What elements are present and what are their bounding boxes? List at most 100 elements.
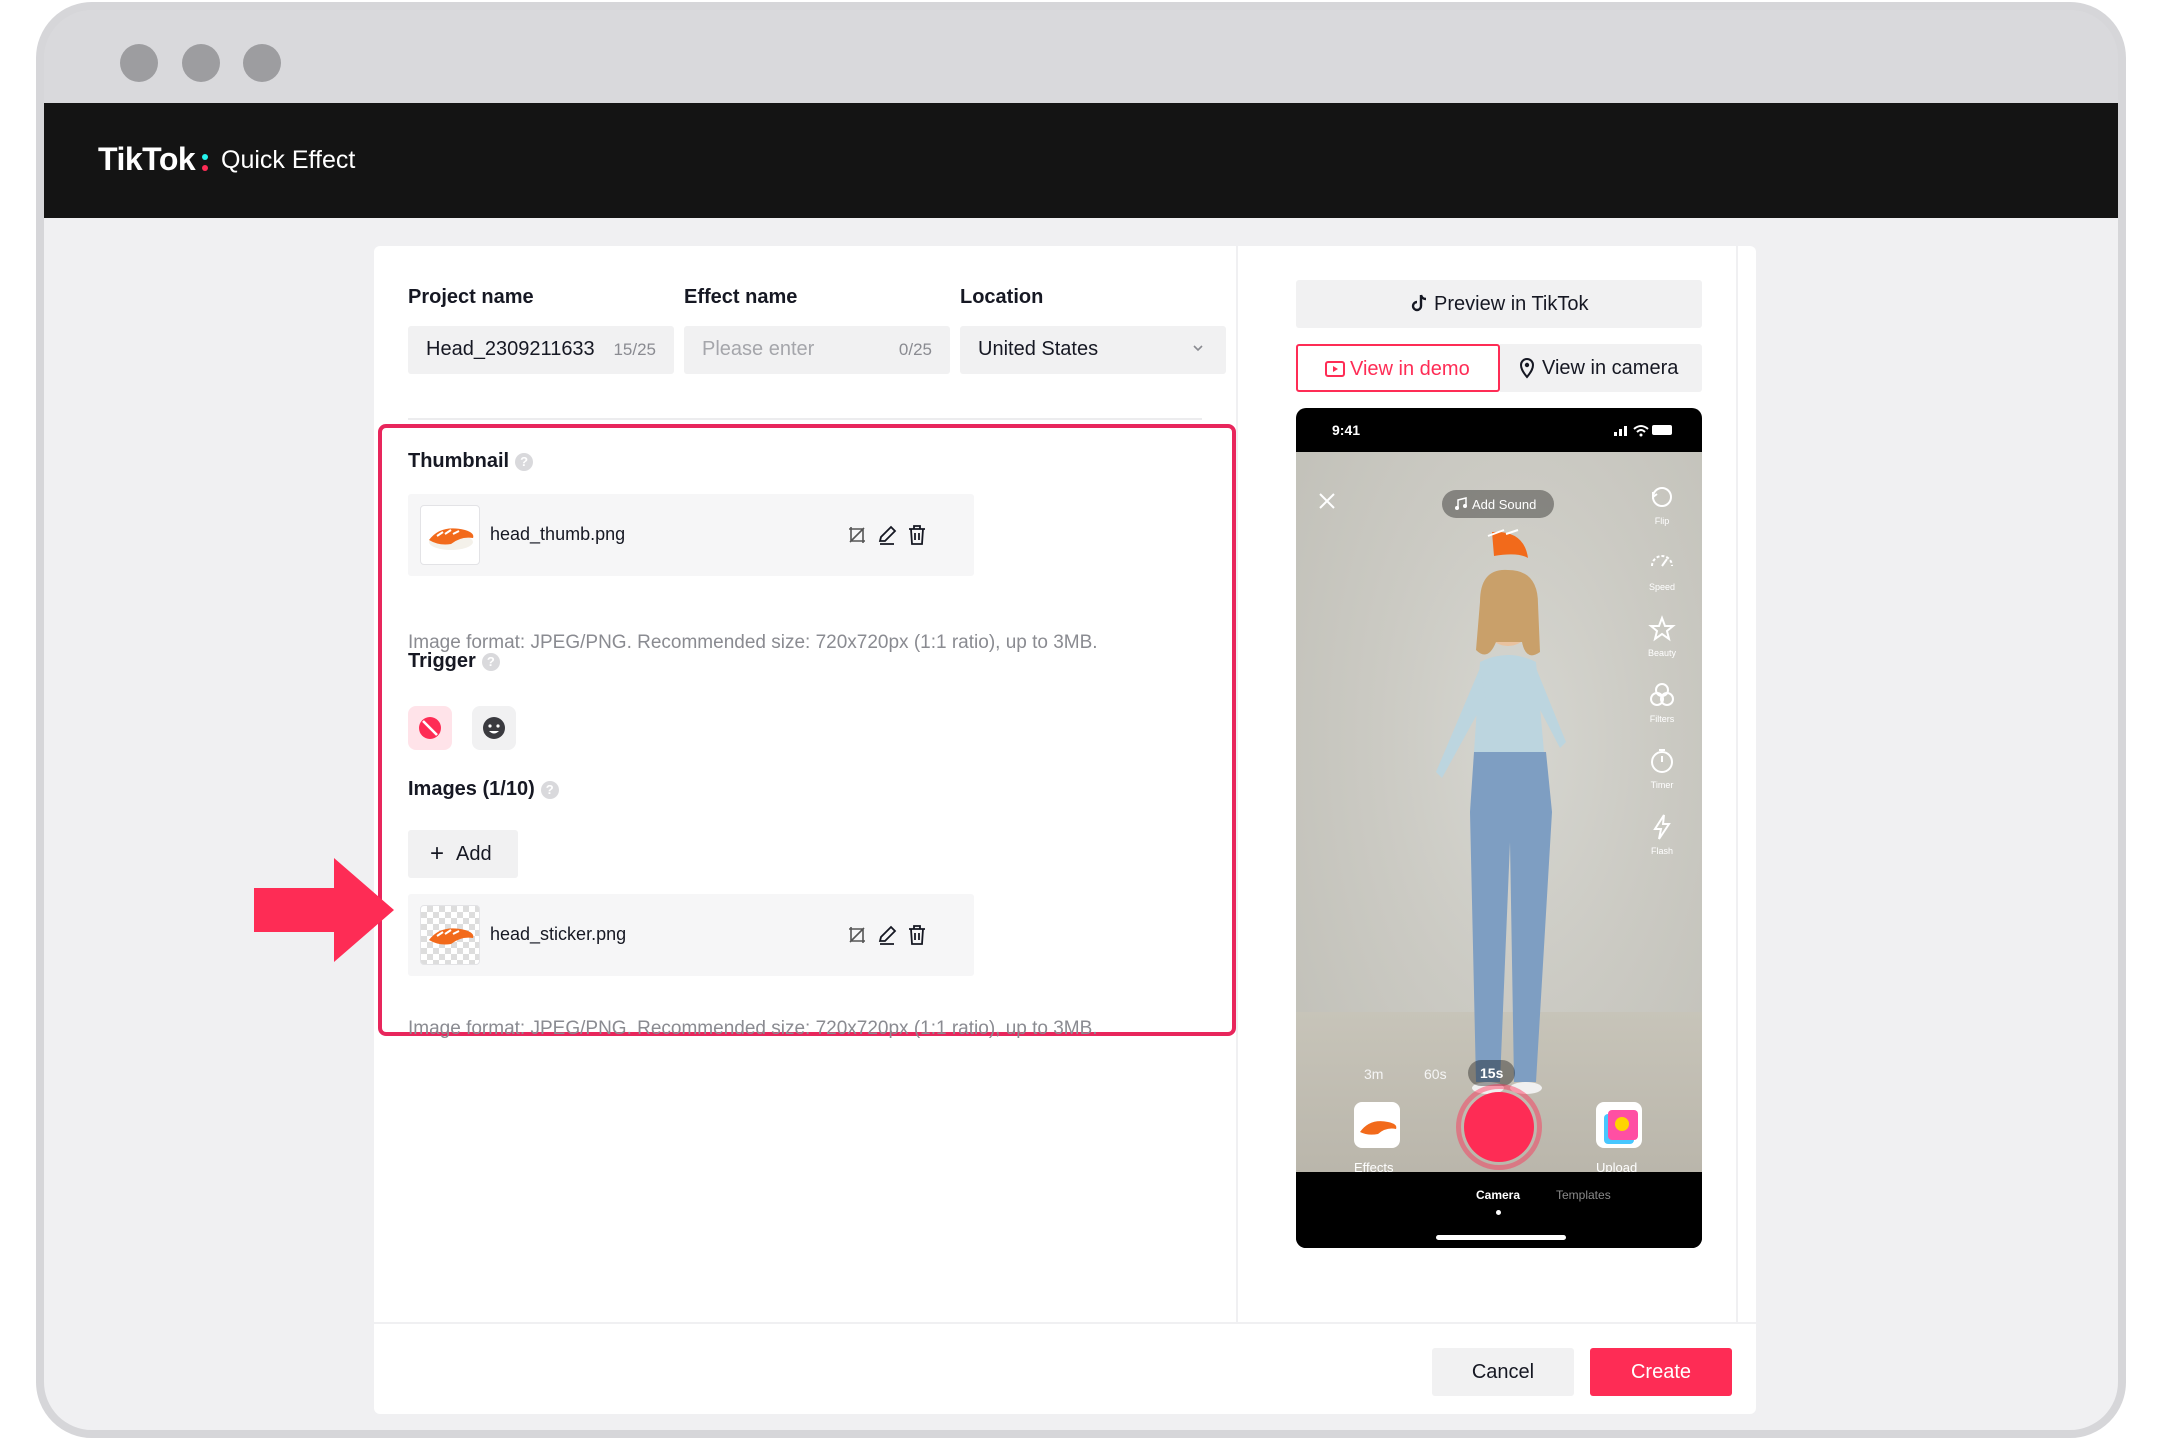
phone-status-bar: 9:41 [1296, 408, 1702, 452]
cancel-button[interactable]: Cancel [1432, 1348, 1574, 1396]
trash-icon[interactable] [904, 922, 930, 948]
flash-label: Flash [1650, 846, 1673, 856]
section-divider [408, 418, 1202, 420]
plus-icon: + [430, 840, 445, 867]
timer-icon [1651, 749, 1673, 773]
image-file: head_sticker.png [408, 894, 974, 976]
brand-colon-icon [202, 144, 210, 174]
effect-name-placeholder: Please enter [702, 338, 815, 360]
window-dot-close[interactable] [120, 44, 158, 82]
window-chrome [44, 10, 2118, 103]
trigger-none-option[interactable] [408, 706, 452, 750]
effect-name-label: Effect name [684, 286, 798, 308]
edit-icon[interactable] [874, 922, 900, 948]
flip-label: Flip [1654, 516, 1670, 526]
music-note-icon [1455, 497, 1467, 510]
signal-wifi-battery-icon [1614, 425, 1672, 437]
location-value: United States [978, 338, 1099, 360]
view-in-demo-tab[interactable]: View in demo [1296, 344, 1500, 392]
add-sound-button[interactable]: Add Sound [1442, 490, 1554, 518]
project-name-counter: 15/25 [613, 340, 656, 359]
edit-icon[interactable] [874, 522, 900, 548]
record-button[interactable] [1464, 1092, 1534, 1162]
images-label: Images (1/10)? [408, 778, 559, 801]
shrimp-effect-icon [1360, 1121, 1397, 1135]
crop-icon[interactable] [844, 922, 870, 948]
effects-button[interactable] [1354, 1102, 1400, 1148]
app-header: TikTok Quick Effect [44, 103, 2118, 218]
timer-tool[interactable]: Timer [1640, 746, 1684, 790]
pointer-arrow-icon [254, 858, 394, 962]
help-icon[interactable]: ? [515, 452, 534, 471]
effect-name-input[interactable]: Please enter 0/25 [684, 326, 950, 374]
images-hint: Image format: JPEG/PNG. Recommended size… [408, 1018, 1098, 1039]
brand-logo: TikTok [98, 141, 196, 177]
active-tab-indicator [1496, 1210, 1501, 1215]
duration-60s[interactable]: 60s [1424, 1066, 1447, 1082]
camera-view: Add Sound Flip Speed Beauty Filters Time… [1296, 452, 1702, 1175]
help-icon[interactable]: ? [540, 780, 559, 799]
image-preview [420, 905, 480, 965]
browser-window: TikTok Quick Effect Project name Head_23… [36, 2, 2126, 1438]
thumbnail-label: Thumbnail? [408, 450, 534, 473]
flip-icon [1652, 487, 1672, 507]
panel-divider [1236, 246, 1238, 1322]
thumbnail-filename: head_thumb.png [490, 524, 626, 544]
window-dot-minimize[interactable] [182, 44, 220, 82]
add-sound-label: Add Sound [1472, 497, 1537, 512]
face-icon [483, 717, 505, 739]
chevron-down-icon [1193, 345, 1203, 352]
flash-tool[interactable]: Flash [1640, 812, 1684, 856]
filters-tool[interactable]: Filters [1640, 680, 1684, 724]
beauty-tool[interactable]: Beauty [1640, 614, 1684, 658]
shrimp-sticker-icon [429, 928, 474, 945]
thumbnail-file: head_thumb.png [408, 494, 974, 576]
project-name-label: Project name [408, 286, 534, 308]
duration-15s[interactable]: 15s [1468, 1060, 1516, 1086]
duration-3m[interactable]: 3m [1364, 1066, 1383, 1082]
person-figure [1436, 529, 1566, 1094]
tab-camera[interactable]: Camera [1476, 1188, 1520, 1202]
none-icon [419, 717, 441, 739]
preview-in-tiktok-button[interactable]: Preview in TikTok [1296, 280, 1702, 328]
location-pin-icon [1519, 358, 1535, 379]
shrimp-sushi-icon [429, 528, 474, 550]
help-icon[interactable]: ? [481, 652, 500, 671]
effect-name-counter: 0/25 [898, 340, 932, 359]
filters-label: Filters [1649, 714, 1675, 724]
close-icon[interactable] [1314, 488, 1340, 514]
timer-label: Timer [1650, 780, 1674, 790]
crop-icon[interactable] [844, 522, 870, 548]
phone-bottom-tabs: Camera Templates [1296, 1172, 1702, 1248]
speed-tool[interactable]: Speed [1640, 548, 1684, 592]
footer-divider [374, 1322, 1756, 1324]
thumbnail-preview [420, 505, 480, 565]
home-indicator [1436, 1235, 1566, 1240]
create-button[interactable]: Create [1590, 1348, 1732, 1396]
add-image-button[interactable]: + Add [408, 830, 518, 878]
trigger-label-text: Trigger [408, 650, 476, 672]
trigger-label: Trigger? [408, 650, 500, 673]
tab-templates[interactable]: Templates [1556, 1188, 1611, 1202]
preview-label: Preview in TikTok [1434, 293, 1589, 315]
view-in-camera-tab[interactable]: View in camera [1500, 344, 1702, 392]
location-label: Location [960, 286, 1044, 308]
beauty-icon [1648, 615, 1676, 642]
flip-tool[interactable]: Flip [1640, 482, 1684, 526]
view-in-camera-label: View in camera [1542, 357, 1679, 379]
beauty-label: Beauty [1647, 648, 1677, 658]
trigger-face-option[interactable] [472, 706, 516, 750]
location-select[interactable]: United States [960, 326, 1226, 374]
project-name-value: Head_2309211633 [426, 338, 595, 360]
product-name: Quick Effect [221, 146, 356, 174]
thumbnail-hint: Image format: JPEG/PNG. Recommended size… [408, 632, 1098, 653]
upload-gallery-icon [1604, 1110, 1638, 1144]
trash-icon[interactable] [904, 522, 930, 548]
phone-time: 9:41 [1332, 422, 1361, 438]
upload-button[interactable] [1596, 1102, 1642, 1148]
speed-icon [1651, 555, 1673, 567]
project-name-input[interactable]: Head_2309211633 15/25 [408, 326, 674, 374]
editor-card: Project name Head_2309211633 15/25 Effec… [374, 246, 1756, 1414]
thumbnail-label-text: Thumbnail [408, 450, 510, 472]
window-dot-maximize[interactable] [243, 44, 281, 82]
